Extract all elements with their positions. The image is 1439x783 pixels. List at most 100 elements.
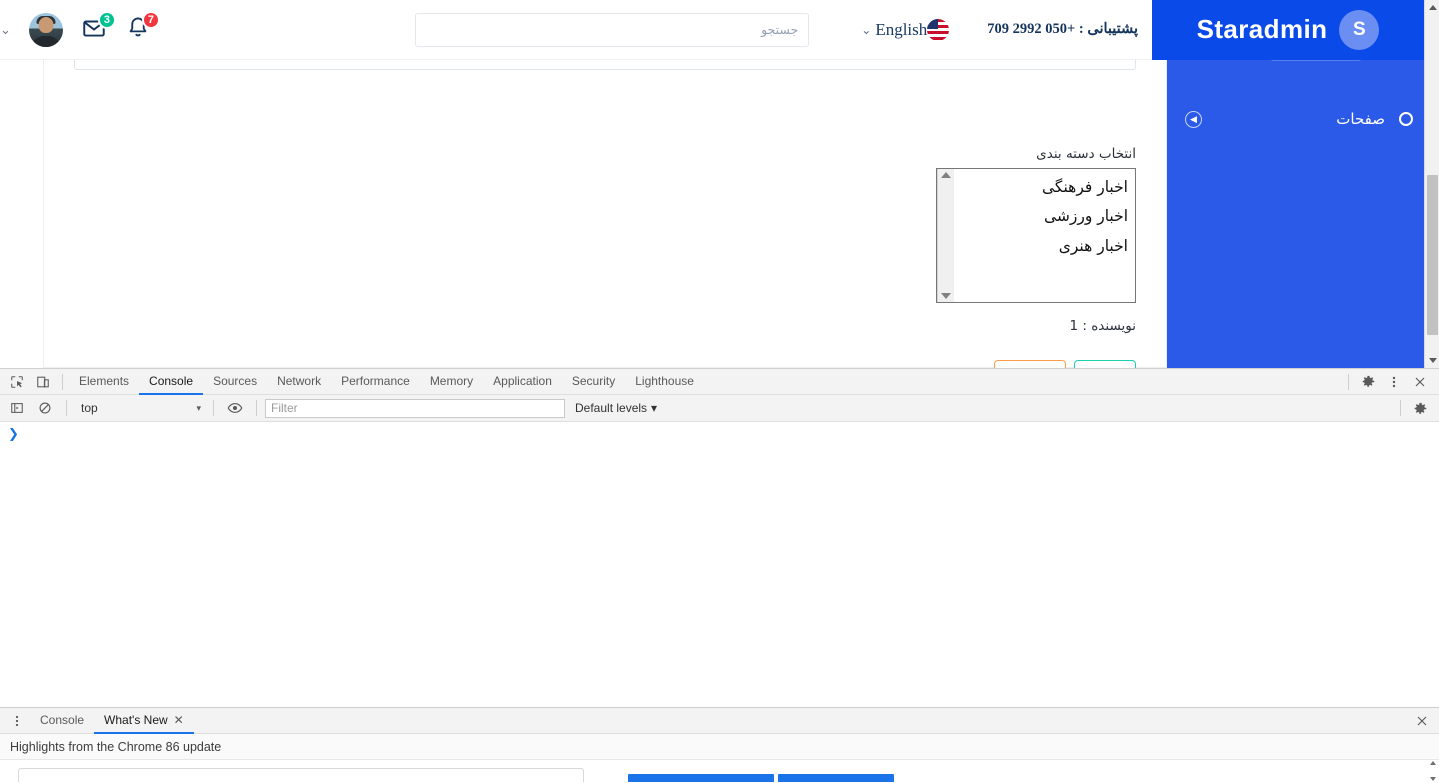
drawer-tab-console[interactable]: Console xyxy=(30,708,94,734)
devtools-drawer: Console What's New ✕ Highlights from the… xyxy=(0,707,1439,783)
support-phone-label: پشتیبانی : +050 2992 709 xyxy=(987,21,1138,37)
toolbar-divider xyxy=(66,400,67,416)
avatar[interactable] xyxy=(28,12,63,47)
toolbar-divider xyxy=(1348,373,1349,390)
prompt-caret-icon: ❯ xyxy=(8,426,19,441)
category-option[interactable]: اخبار فرهنگی xyxy=(954,173,1135,202)
category-options: اخبار فرهنگی اخبار ورزشی اخبار هنری xyxy=(954,169,1135,302)
tab-elements[interactable]: Elements xyxy=(69,369,139,395)
kebab-menu-icon[interactable] xyxy=(4,709,30,733)
chevron-down-icon: ▾ xyxy=(651,401,658,415)
category-option[interactable]: اخبار ورزشی xyxy=(954,202,1135,231)
devtools-panel: Elements Console Sources Network Perform… xyxy=(0,368,1439,783)
sidebar-item-label: صفحات xyxy=(1336,110,1385,128)
mail-button[interactable]: 3 xyxy=(81,10,116,45)
console-sidebar-icon[interactable] xyxy=(4,396,30,420)
drawer-tab-whats-new[interactable]: What's New ✕ xyxy=(94,708,194,734)
tab-performance[interactable]: Performance xyxy=(331,369,420,395)
scroll-down-arrow-icon xyxy=(1428,358,1437,363)
sidebar-item-partial[interactable] xyxy=(1167,60,1439,96)
mail-badge: 3 xyxy=(97,10,116,29)
whats-new-link[interactable] xyxy=(778,774,894,782)
tab-console[interactable]: Console xyxy=(139,369,204,395)
drawer-scrollbar[interactable] xyxy=(1426,760,1439,782)
page-scrollbar[interactable] xyxy=(1424,0,1439,368)
page-scroll-up-button[interactable] xyxy=(1425,0,1439,15)
scroll-up-arrow-icon[interactable] xyxy=(941,172,951,178)
search-container xyxy=(415,12,810,47)
tab-sources[interactable]: Sources xyxy=(203,369,267,395)
inspect-element-icon[interactable] xyxy=(4,370,30,394)
brand-block[interactable]: S Staradmin xyxy=(1152,0,1424,60)
category-label: انتخاب دسته بندی xyxy=(1036,146,1136,162)
top-navbar: S Staradmin پشتیبانی : +050 2992 709 ⌄ E… xyxy=(0,0,1424,60)
kebab-menu-icon[interactable] xyxy=(1381,370,1407,394)
language-selector[interactable]: ⌄ English xyxy=(861,18,950,41)
drawer-tab-label: What's New xyxy=(104,712,168,727)
close-icon[interactable]: ✕ xyxy=(174,713,184,727)
notifications-button[interactable]: 7 xyxy=(125,10,160,45)
console-prompt-row[interactable]: ❯ xyxy=(0,423,1439,445)
scroll-down-arrow-icon[interactable] xyxy=(1429,777,1436,781)
log-levels-label: Default levels xyxy=(575,401,648,415)
navbar-right-group: پشتیبانی : +050 2992 709 ⌄ English xyxy=(861,18,1138,41)
notifications-badge: 7 xyxy=(141,10,160,29)
console-prompt-input[interactable] xyxy=(25,427,1431,441)
sidebar-item-pages[interactable]: صفحات ◀ xyxy=(1167,96,1439,142)
category-listbox[interactable]: اخبار فرهنگی اخبار ورزشی اخبار هنری xyxy=(936,168,1136,303)
device-toolbar-icon[interactable] xyxy=(30,370,56,394)
author-label: نویسنده : 1 xyxy=(1069,318,1137,334)
console-filter-input[interactable] xyxy=(265,398,565,418)
gear-icon[interactable] xyxy=(1407,396,1433,420)
chevron-down-icon: ⌄ xyxy=(861,22,872,37)
main-content: انتخاب دسته بندی اخبار فرهنگی اخبار ورزش… xyxy=(15,60,1167,368)
us-flag-icon xyxy=(927,18,950,41)
whats-new-link[interactable] xyxy=(628,774,774,782)
tab-network[interactable]: Network xyxy=(267,369,331,395)
sidebar-partial-label xyxy=(1271,60,1361,61)
page-scrollbar-thumb[interactable] xyxy=(1427,175,1438,335)
drawer-tab-label: Console xyxy=(40,712,85,727)
chevron-down-icon: ▾ xyxy=(196,402,201,413)
console-context-label: top xyxy=(81,401,98,415)
navbar-left-group: ⌄ 3 7 xyxy=(0,10,160,47)
whats-new-subtitle: Highlights from the Chrome 86 update xyxy=(0,734,1439,760)
tab-memory[interactable]: Memory xyxy=(420,369,483,395)
scroll-up-arrow-icon[interactable] xyxy=(1429,761,1436,765)
chevron-left-circle-icon[interactable]: ◀ xyxy=(1185,110,1202,128)
console-context-selector[interactable]: top ▾ xyxy=(75,399,205,418)
toolbar-divider xyxy=(62,373,63,390)
whats-new-card[interactable] xyxy=(18,768,584,782)
form-card: انتخاب دسته بندی اخبار فرهنگی اخبار ورزش… xyxy=(43,60,1167,368)
search-input[interactable] xyxy=(415,12,810,47)
drawer-tabbar: Console What's New ✕ xyxy=(0,708,1439,734)
close-icon[interactable] xyxy=(1407,370,1433,394)
devtools-tabbar: Elements Console Sources Network Perform… xyxy=(0,369,1439,395)
page-scroll-down-button[interactable] xyxy=(1425,353,1439,368)
tab-security[interactable]: Security xyxy=(562,369,625,395)
brand-name: Staradmin xyxy=(1196,14,1328,44)
whats-new-content xyxy=(0,760,1439,782)
tab-application[interactable]: Application xyxy=(483,369,562,395)
clear-console-icon[interactable] xyxy=(32,396,58,420)
toolbar-divider xyxy=(256,400,257,416)
form-actions: ذخیره انصراف xyxy=(993,360,1136,368)
screenshot-root: S Staradmin پشتیبانی : +050 2992 709 ⌄ E… xyxy=(0,0,1439,783)
sidebar: صفحات ◀ xyxy=(1167,60,1439,368)
log-levels-selector[interactable]: Default levels ▾ xyxy=(575,401,657,415)
cancel-button[interactable]: انصراف xyxy=(993,360,1067,368)
live-expression-icon[interactable] xyxy=(222,396,248,420)
devtools-tabbar-actions xyxy=(1342,370,1439,394)
scroll-down-arrow-icon[interactable] xyxy=(941,293,951,299)
editor-field-partial[interactable] xyxy=(74,60,1136,70)
gear-icon[interactable] xyxy=(1355,370,1381,394)
category-option[interactable]: اخبار هنری xyxy=(954,232,1135,261)
browser-viewport: S Staradmin پشتیبانی : +050 2992 709 ⌄ E… xyxy=(0,0,1439,368)
save-button[interactable]: ذخیره xyxy=(1074,360,1136,368)
language-label: English xyxy=(875,19,928,39)
tab-lighthouse[interactable]: Lighthouse xyxy=(625,369,704,395)
drawer-close-button[interactable] xyxy=(1413,709,1439,733)
listbox-scrollbar[interactable] xyxy=(937,169,954,302)
chevron-down-icon[interactable]: ⌄ xyxy=(0,22,11,38)
circle-outline-icon xyxy=(1399,112,1413,126)
